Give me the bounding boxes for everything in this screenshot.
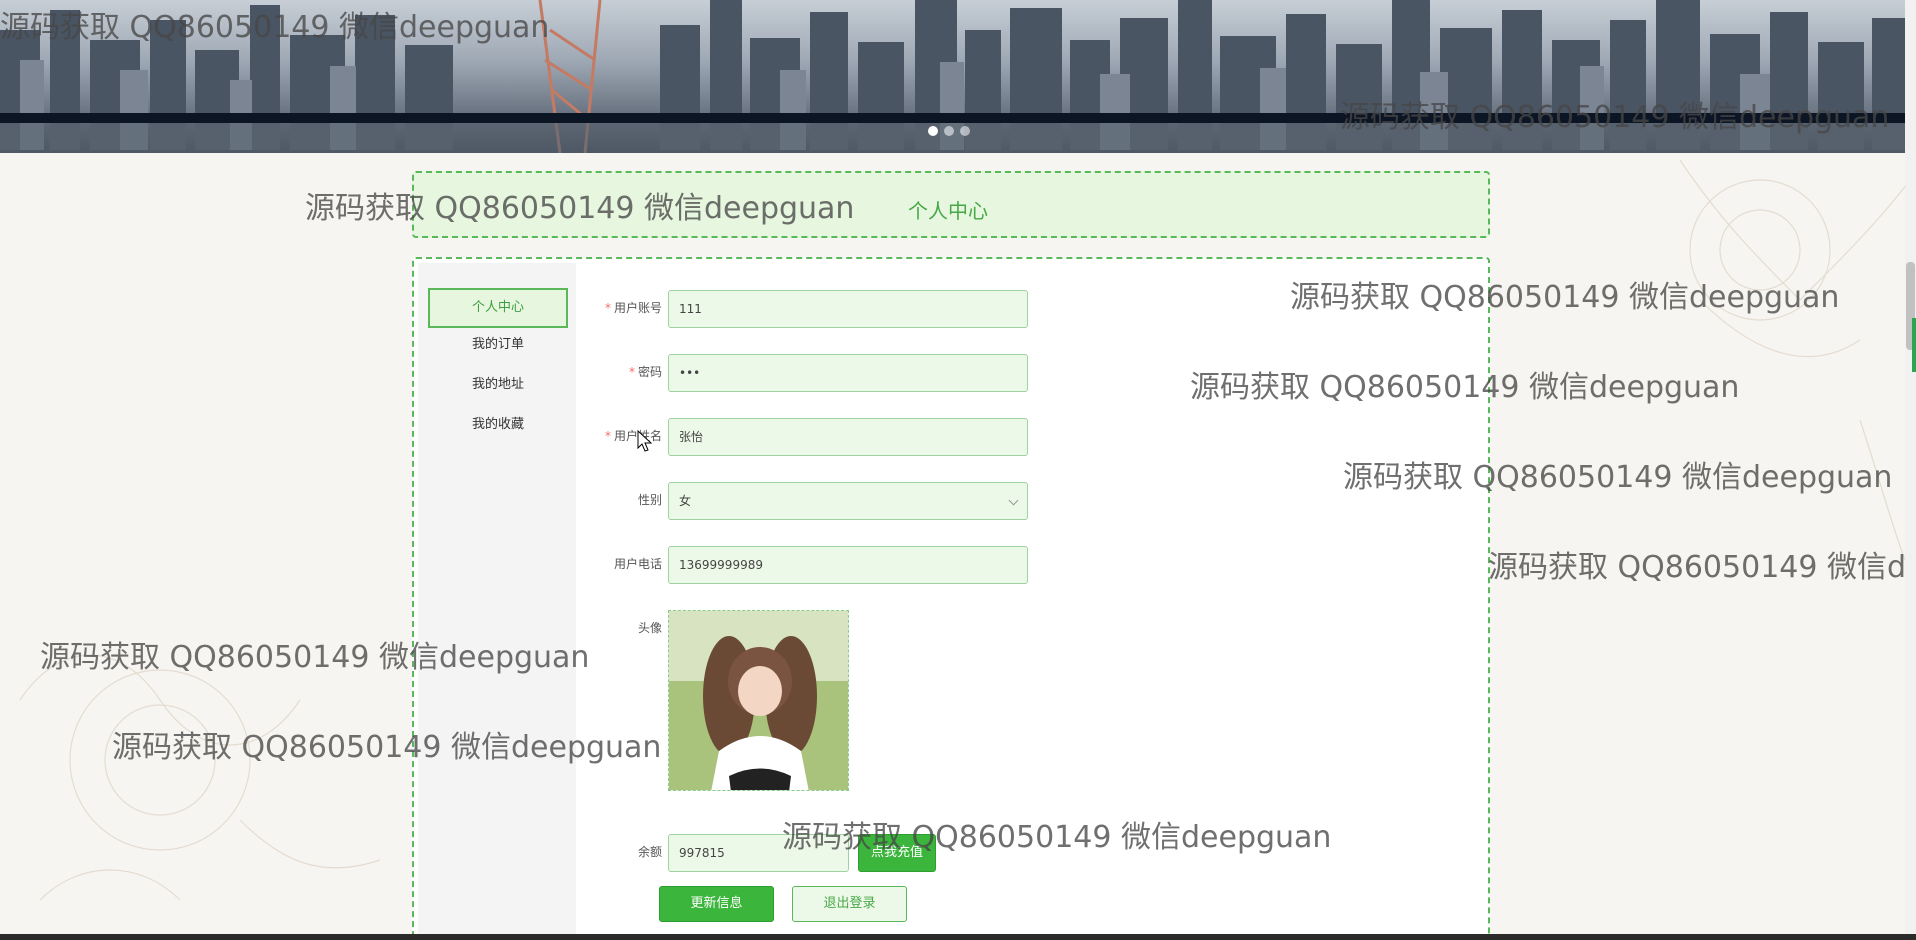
balance-label: 余额 — [637, 845, 662, 859]
mouse-cursor-icon — [637, 430, 653, 452]
gender-select[interactable]: 女 — [668, 482, 1028, 520]
sidebar-item-address[interactable]: 我的地址 — [428, 366, 568, 406]
carousel-dot[interactable] — [928, 126, 938, 136]
password-input[interactable]: ••• — [668, 354, 1028, 392]
carousel-dot[interactable] — [944, 126, 954, 136]
scroll-indicator — [1912, 318, 1916, 372]
sidebar: 个人中心 我的订单 我的地址 我的收藏 — [418, 263, 576, 940]
profile-panel: 个人中心 我的订单 我的地址 我的收藏 *用户账号 111 *密码 ••• *用… — [412, 257, 1490, 940]
page-scrollbar[interactable] — [1905, 0, 1916, 940]
taskbar-edge — [0, 934, 1916, 940]
watermark-text: 源码获取 QQ86050149 微信deepguan — [1488, 550, 1905, 585]
sidebar-item-profile[interactable]: 个人中心 — [428, 288, 568, 328]
sidebar-item-favorites[interactable]: 我的收藏 — [428, 406, 568, 446]
avatar-upload[interactable] — [668, 610, 849, 791]
phone-input[interactable]: 13699999989 — [668, 546, 1028, 584]
carousel-indicators — [928, 126, 970, 136]
account-input[interactable]: 111 — [668, 290, 1028, 328]
account-label: * 用户账号 — [604, 301, 662, 315]
phone-label: 用户电话 — [613, 557, 662, 571]
avatar-label: 头像 — [637, 621, 662, 635]
logout-button[interactable]: 退出登录 — [792, 886, 907, 922]
balance-input[interactable]: 997815 — [668, 834, 849, 872]
avatar-image — [669, 611, 848, 790]
password-label: * 密码 — [628, 365, 662, 379]
page-title-bar: 个人中心 — [412, 171, 1490, 238]
recharge-button[interactable]: 点我充值 — [858, 834, 936, 872]
carousel-dot[interactable] — [960, 126, 970, 136]
page-title: 个人中心 — [908, 199, 988, 223]
gender-label: 性别 — [637, 493, 662, 507]
update-info-button[interactable]: 更新信息 — [659, 886, 774, 922]
name-input[interactable]: 张怡 — [668, 418, 1028, 456]
sidebar-item-orders[interactable]: 我的订单 — [428, 326, 568, 366]
gender-select-value: 女 — [679, 494, 692, 508]
chevron-down-icon — [1008, 495, 1019, 506]
banner-carousel[interactable] — [0, 0, 1905, 153]
